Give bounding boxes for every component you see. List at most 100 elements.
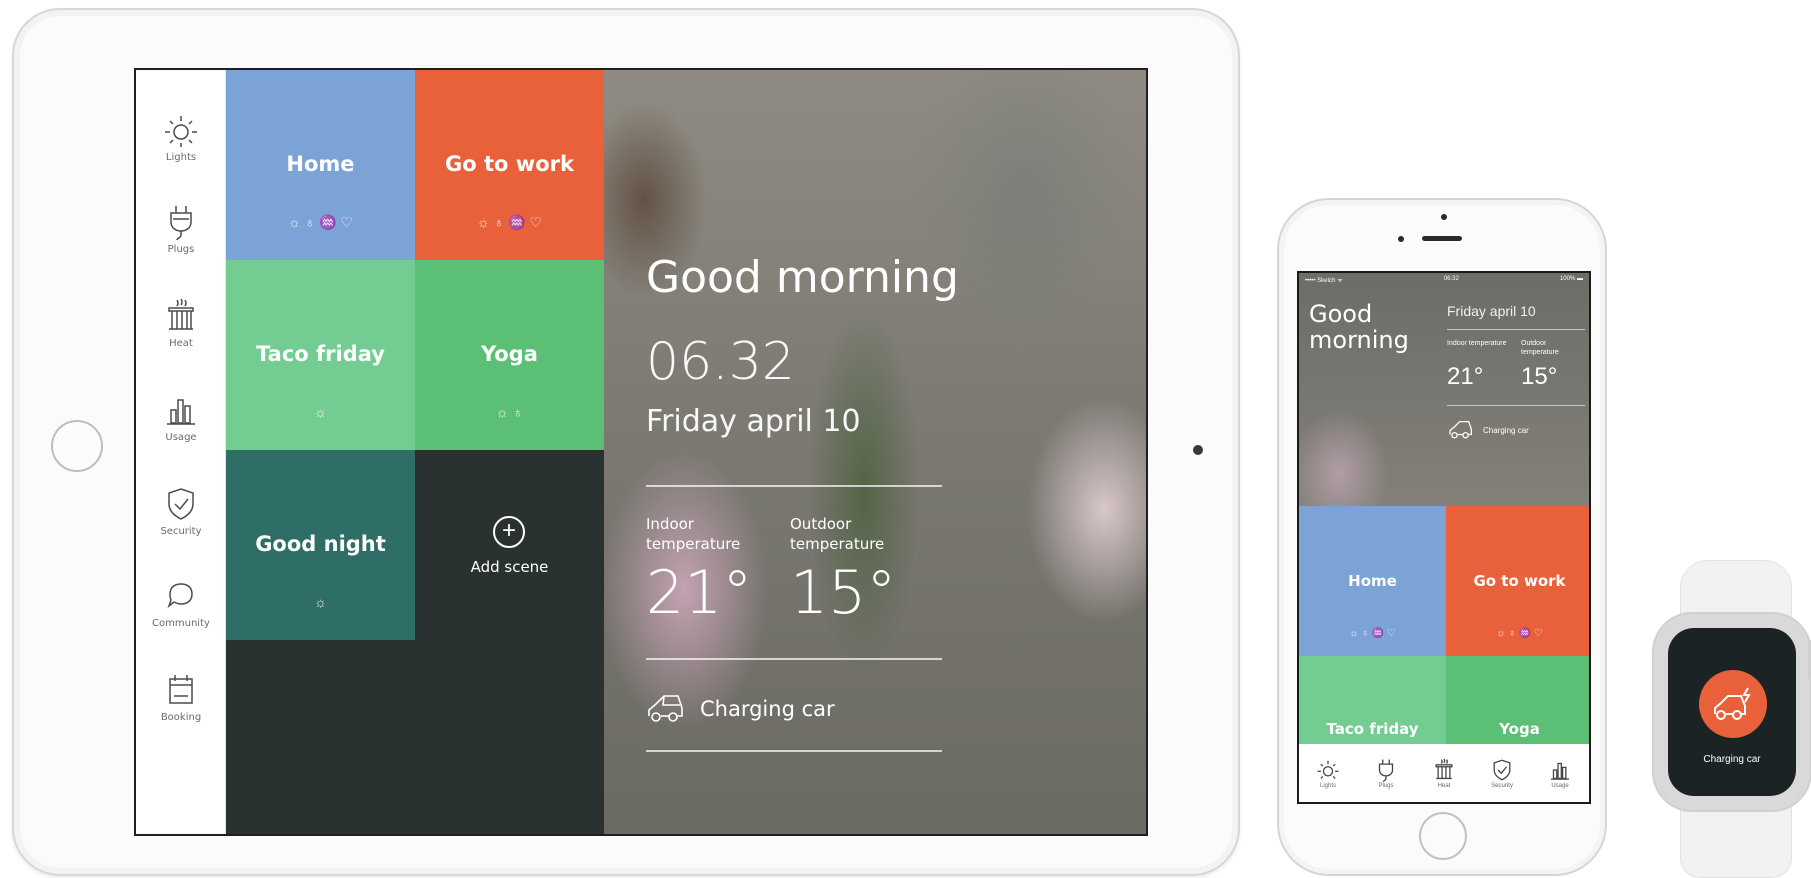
heater-icon (1435, 758, 1453, 780)
tab-heat[interactable]: Heat (1431, 757, 1457, 789)
tab-plugs[interactable]: Plugs (1373, 757, 1399, 789)
plug-icon (1378, 759, 1394, 782)
sidebar-item-label: Plugs (167, 244, 195, 255)
bar-chart-icon (1550, 762, 1570, 780)
watch-status-label: Charging car (1703, 754, 1761, 765)
shield-icon (168, 488, 194, 520)
scene-tile-yoga[interactable]: Yoga ☼ ♁ (415, 260, 604, 450)
tab-bar: Lights Plugs Heat Security Usage (1299, 744, 1589, 802)
carrier-text: ••••• Sketch ᯤ (1305, 278, 1343, 284)
ipad-home-button[interactable] (51, 420, 103, 472)
tab-label: Plugs (1378, 783, 1394, 789)
scene-tile-taco-friday[interactable]: Taco friday (1299, 656, 1446, 748)
iphone-speaker (1422, 236, 1462, 241)
car-status-row[interactable]: Charging car (646, 692, 835, 726)
sidebar-item-label: Booking (160, 712, 202, 723)
divider (646, 485, 942, 487)
scene-title: Yoga (1499, 720, 1540, 738)
scene-title: Home (1348, 572, 1397, 590)
watch-screen: Charging car (1668, 628, 1796, 796)
bar-chart-icon (167, 399, 195, 425)
car-status-row[interactable]: Charging car (1447, 419, 1529, 441)
car-status-label: Charging car (1483, 425, 1529, 435)
scene-title: Home (286, 152, 355, 176)
scene-device-icons: ☼ ♁ ♒ ♡ (1496, 628, 1543, 639)
scene-device-icons: ☼ ♁ ♒ ♡ (288, 214, 353, 230)
add-scene-label: Add scene (470, 558, 549, 576)
iphone-camera (1398, 236, 1404, 242)
scene-device-icons: ☼ (314, 404, 327, 420)
outdoor-temp-value: 15° (790, 558, 897, 628)
heater-icon (168, 298, 194, 330)
outdoor-temp-label: Outdoor temperature (790, 515, 885, 553)
outdoor-temp-value: 15° (1521, 363, 1558, 390)
iphone-sensor (1441, 214, 1447, 220)
indoor-temp-value: 21° (1447, 363, 1484, 390)
iphone-home-button[interactable] (1419, 812, 1467, 860)
date-text: Friday april 10 (646, 404, 861, 439)
car-icon (1449, 420, 1472, 439)
sidebar-item-label: Community (152, 618, 210, 629)
iphone-device: ••••• Sketch ᯤ 06:32 100% ▬ Good morning… (1277, 198, 1607, 876)
scene-title: Go to work (445, 152, 574, 176)
tab-usage[interactable]: Usage (1547, 757, 1573, 789)
sidebar-item-heat[interactable]: Heat (136, 296, 226, 349)
calendar-icon (169, 675, 193, 704)
scene-tile-go-to-work[interactable]: Go to work ☼ ♁ ♒ ♡ (415, 70, 604, 260)
car-icon (648, 695, 683, 722)
sidebar-item-lights[interactable]: Lights (136, 110, 226, 163)
car-status-label: Charging car (700, 697, 835, 721)
tab-label: Lights (1319, 783, 1336, 789)
plus-icon: + (493, 516, 525, 548)
status-time: 06:32 (1443, 276, 1459, 282)
tab-lights[interactable]: Lights (1315, 757, 1341, 789)
greeting: Good morning (1309, 300, 1409, 354)
indoor-temp-label: Indoor temperature (646, 515, 741, 553)
scene-tile-home[interactable]: Home ☼ ♁ ♒ ♡ (1299, 506, 1446, 656)
tab-label: Usage (1551, 783, 1569, 789)
sidebar-item-label: Security (160, 526, 202, 537)
divider (646, 750, 942, 752)
scene-tile-good-night[interactable]: Good night ☼ (226, 450, 415, 640)
scene-tile-go-to-work[interactable]: Go to work ☼ ♁ ♒ ♡ (1446, 506, 1589, 656)
sidebar-item-community[interactable]: Community (136, 576, 226, 629)
scene-title: Yoga (481, 342, 538, 366)
divider (1447, 329, 1585, 330)
status-bar: ••••• Sketch ᯤ 06:32 100% ▬ (1299, 276, 1589, 288)
scene-tile-yoga[interactable]: Yoga (1446, 656, 1589, 748)
scene-device-icons: ☼ ♁ (495, 404, 524, 420)
sidebar: Lights Plugs Heat Usage Security Communi… (136, 70, 226, 834)
chat-bubble-icon (167, 583, 193, 609)
sidebar-item-booking[interactable]: Booking (136, 670, 226, 723)
sun-icon (1317, 760, 1339, 779)
sidebar-item-plugs[interactable]: Plugs (136, 202, 226, 255)
sidebar-item-label: Usage (165, 432, 197, 443)
ipad-screen: Lights Plugs Heat Usage Security Communi… (134, 68, 1148, 836)
scene-title: Good night (255, 532, 386, 556)
tab-label: Heat (1437, 783, 1451, 789)
sidebar-item-security[interactable]: Security (136, 484, 226, 537)
scene-device-icons: ☼ ♁ ♒ ♡ (1349, 628, 1396, 639)
scenes-grid: Home ☼ ♁ ♒ ♡ Go to work ☼ ♁ ♒ ♡ Taco fri… (226, 70, 604, 834)
shield-icon (1493, 759, 1511, 781)
info-panel: Good morning 06.32 Friday april 10 Indoo… (604, 70, 1146, 834)
indoor-temp-value: 21° (646, 558, 753, 628)
scene-title: Taco friday (256, 342, 385, 366)
battery-text: 100% ▬ (1559, 276, 1583, 282)
iphone-screen: ••••• Sketch ᯤ 06:32 100% ▬ Good morning… (1297, 271, 1591, 804)
tab-security[interactable]: Security (1489, 757, 1515, 789)
sidebar-item-usage[interactable]: Usage (136, 390, 226, 443)
scene-device-icons: ☼ (314, 594, 327, 610)
scene-tile-home[interactable]: Home ☼ ♁ ♒ ♡ (226, 70, 415, 260)
scene-tile-taco-friday[interactable]: Taco friday ☼ (226, 260, 415, 450)
divider (646, 658, 942, 660)
sidebar-item-label: Lights (165, 152, 197, 163)
outdoor-temp-label: Outdoor temperature (1521, 340, 1559, 356)
scene-title: Go to work (1473, 572, 1566, 590)
greeting: Good morning (646, 252, 959, 303)
charging-car-button[interactable] (1699, 670, 1767, 738)
sun-icon (165, 116, 197, 147)
add-scene-button[interactable]: + Add scene (415, 450, 604, 640)
tab-label: Security (1491, 783, 1513, 789)
ipad-camera (1193, 445, 1203, 455)
